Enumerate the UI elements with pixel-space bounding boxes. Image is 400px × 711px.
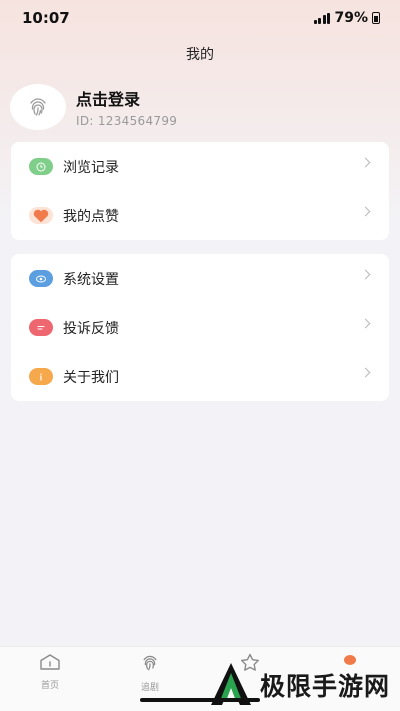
home-indicator[interactable] xyxy=(140,698,260,702)
chevron-right-icon xyxy=(360,157,371,168)
menu-item-feedback[interactable]: 投诉反馈 xyxy=(11,303,389,352)
menu-item-label: 投诉反馈 xyxy=(63,320,119,337)
tab-home[interactable]: 首页 xyxy=(20,653,80,691)
menu-item-likes[interactable]: 我的点赞 xyxy=(11,191,389,240)
menu-item-label: 浏览记录 xyxy=(63,159,119,176)
menu-card-settings: 系统设置 投诉反馈 关于我们 xyxy=(11,254,389,401)
status-time: 10:07 xyxy=(22,9,70,27)
chevron-right-icon xyxy=(360,318,371,329)
avatar[interactable] xyxy=(10,84,66,130)
menu-item-settings[interactable]: 系统设置 xyxy=(11,254,389,303)
status-indicators: 79% xyxy=(313,10,380,26)
menu-card-activity: 浏览记录 我的点赞 xyxy=(11,142,389,240)
menu-item-label: 系统设置 xyxy=(63,271,119,288)
heart-icon xyxy=(29,207,53,224)
user-id: ID: 1234564799 xyxy=(76,114,178,128)
chevron-right-icon xyxy=(360,367,371,378)
tab-label: 追剧 xyxy=(140,683,159,693)
settings-icon xyxy=(29,270,53,287)
signal-icon xyxy=(313,12,331,24)
fingerprint-icon xyxy=(30,98,46,116)
tab-label: 首页 xyxy=(40,681,59,691)
menu-item-label: 我的点赞 xyxy=(63,208,119,225)
chevron-right-icon xyxy=(360,206,371,217)
tab-drama[interactable]: 追剧 xyxy=(120,653,180,693)
battery-icon xyxy=(372,12,380,24)
profile-login[interactable]: 点击登录 ID: 1234564799 xyxy=(10,84,177,130)
menu-item-about[interactable]: 关于我们 xyxy=(11,352,389,401)
chevron-right-icon xyxy=(360,269,371,280)
home-icon xyxy=(40,654,60,670)
status-bar: 10:07 79% xyxy=(0,0,400,36)
menu-item-history[interactable]: 浏览记录 xyxy=(11,142,389,191)
info-icon xyxy=(29,368,53,385)
watermark-logo: 极限手游网 xyxy=(208,660,398,710)
clock-icon xyxy=(29,158,53,175)
menu-item-label: 关于我们 xyxy=(63,369,119,386)
login-prompt[interactable]: 点击登录 xyxy=(76,86,177,110)
page-title: 我的 xyxy=(186,47,214,63)
user-info: 点击登录 ID: 1234564799 xyxy=(76,86,177,128)
fingerprint-icon xyxy=(143,655,157,671)
battery-percent: 79% xyxy=(334,10,368,26)
feedback-icon xyxy=(29,319,53,336)
watermark-text: 极限手游网 xyxy=(260,672,391,701)
